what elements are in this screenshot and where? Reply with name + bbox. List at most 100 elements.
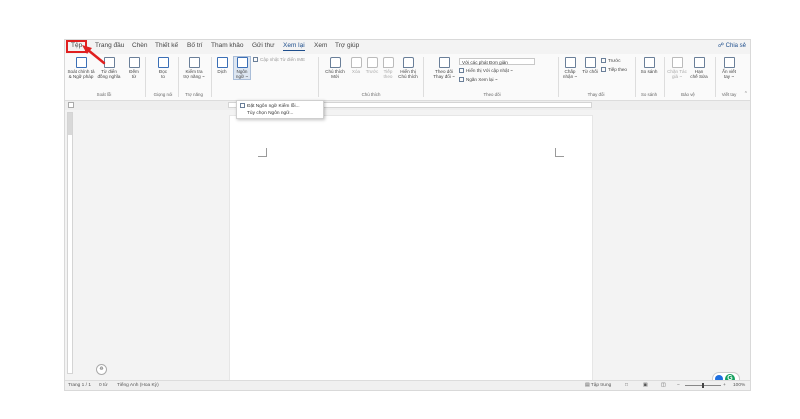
spelling-label-2: & Ngữ pháp bbox=[68, 74, 94, 79]
delete-label: Xóa bbox=[351, 69, 361, 74]
print-layout-icon[interactable]: ▣ bbox=[643, 383, 648, 388]
reject-button[interactable]: Từ chối bbox=[581, 57, 599, 74]
next-comment-button[interactable]: Tiếp theo bbox=[381, 57, 395, 79]
accessibility-helper-icon[interactable]: ☸ bbox=[96, 364, 107, 375]
language-status[interactable]: Tiếng Anh (Hoa Kỳ) bbox=[117, 383, 159, 388]
separator bbox=[423, 57, 424, 97]
hide-ink-label-2: tay ~ bbox=[723, 74, 735, 79]
tab-help[interactable]: Trợ giúp bbox=[335, 42, 359, 49]
hide-ink-button[interactable]: Ẩn viết tay ~ bbox=[719, 57, 739, 79]
group-comments: Chú thích bbox=[361, 92, 381, 97]
compare-button[interactable]: So sánh bbox=[639, 57, 659, 74]
document-page[interactable] bbox=[229, 115, 593, 390]
read-aloud-button[interactable]: Đọc to bbox=[153, 57, 173, 79]
page-count[interactable]: Trang 1 / 1 bbox=[68, 383, 91, 388]
margin-corner-right bbox=[555, 148, 564, 157]
show-comments-icon bbox=[402, 57, 414, 68]
accept-button[interactable]: Chấp nhận ~ bbox=[561, 57, 579, 79]
show-markup-button[interactable]: Hiển thị Với cập nhật ~ bbox=[459, 68, 513, 74]
separator bbox=[715, 57, 716, 97]
accept-icon bbox=[564, 57, 576, 68]
group-tracking: Theo dõi bbox=[483, 92, 501, 97]
zoom-in-icon[interactable]: + bbox=[723, 383, 726, 388]
accessibility-button[interactable]: Kiểm tra trợ năng ~ bbox=[181, 57, 207, 79]
markup-value: Với các phát Đơn giản bbox=[462, 60, 508, 65]
focus-mode-button[interactable]: ▤ Tập trung bbox=[585, 383, 611, 388]
share-button[interactable]: ☍ Chia sẻ bbox=[718, 42, 746, 49]
group-proofing: Soát lỗi bbox=[96, 92, 112, 97]
accept-label-2: nhận ~ bbox=[562, 74, 578, 79]
separator bbox=[318, 57, 319, 97]
next-change-button[interactable]: Tiếp theo bbox=[601, 67, 627, 73]
word-window: Tệp Trang đầu Chèn Thiết kế Bố trí Tham … bbox=[64, 39, 751, 391]
translate-icon bbox=[216, 57, 228, 68]
previous-change-label: Trước bbox=[608, 58, 621, 63]
accessibility-icon bbox=[188, 57, 200, 68]
block-authors-button[interactable]: Chặn Tác giả ~ bbox=[667, 57, 687, 79]
track-changes-button[interactable]: Theo dõi Thay đổi ~ bbox=[431, 57, 457, 79]
vertical-ruler bbox=[67, 112, 73, 374]
language-options-item[interactable]: Tùy chọn Ngôn ngữ... bbox=[247, 111, 293, 116]
tab-view[interactable]: Xem bbox=[314, 42, 327, 49]
new-comment-icon bbox=[329, 57, 341, 68]
spelling-button[interactable]: Soát chính tả & Ngữ pháp bbox=[67, 57, 95, 79]
group-changes: Thay đổi bbox=[587, 92, 605, 97]
thesaurus-label-2: đồng nghĩa bbox=[97, 74, 121, 79]
tab-insert[interactable]: Chèn bbox=[132, 42, 148, 49]
new-comment-button[interactable]: Chú thích Mới bbox=[323, 57, 347, 79]
markup-dropdown[interactable]: Với các phát Đơn giản bbox=[459, 58, 535, 65]
zoom-level[interactable]: 100% bbox=[733, 383, 745, 388]
language-options-label: Tùy chọn Ngôn ngữ... bbox=[247, 111, 294, 116]
thesaurus-button[interactable]: Từ điển đồng nghĩa bbox=[96, 57, 122, 79]
previous-change-button[interactable]: Trước bbox=[601, 58, 621, 64]
accessibility-label-2: trợ năng ~ bbox=[183, 74, 205, 79]
word-count[interactable]: 0 từ bbox=[99, 383, 108, 388]
tab-design[interactable]: Thiết kế bbox=[155, 42, 178, 49]
ribbon: Soát chính tả & Ngữ pháp Từ điển đồng ng… bbox=[65, 54, 750, 101]
update-ime-label: Cập nhật Từ điển IME bbox=[260, 57, 306, 62]
tab-layout[interactable]: Bố trí bbox=[187, 42, 203, 49]
restrict-editing-button[interactable]: Hạn chế Sửa bbox=[689, 57, 709, 79]
translate-label: Dịch bbox=[217, 69, 227, 74]
read-mode-icon[interactable]: □ bbox=[625, 383, 628, 388]
reviewing-pane-button[interactable]: Ngăn Xem lại ~ bbox=[459, 77, 498, 83]
focus-label: Tập trung bbox=[590, 383, 612, 388]
separator bbox=[178, 57, 179, 97]
word-count-icon bbox=[128, 57, 140, 68]
highlight-box bbox=[66, 40, 87, 53]
next-change-icon bbox=[601, 67, 606, 73]
tab-review[interactable]: Xem lại bbox=[283, 42, 305, 51]
restrict-editing-icon bbox=[693, 57, 705, 68]
reviewing-pane-label: Ngăn Xem lại ~ bbox=[466, 77, 498, 82]
delete-comment-button[interactable]: Xóa bbox=[349, 57, 363, 74]
horizontal-ruler bbox=[65, 101, 750, 110]
zoom-thumb[interactable] bbox=[702, 383, 704, 388]
update-ime-button[interactable]: Cập nhật Từ điển IME bbox=[253, 57, 306, 63]
track-changes-icon bbox=[438, 57, 450, 68]
next-change-label: Tiếp theo bbox=[608, 67, 627, 72]
group-accessibility: Trợ năng bbox=[185, 92, 203, 97]
tab-references[interactable]: Tham khảo bbox=[211, 42, 244, 49]
new-comment-label-2: Mới bbox=[331, 74, 339, 79]
web-layout-icon[interactable]: ◫ bbox=[661, 383, 666, 388]
margin-corner-left bbox=[258, 148, 267, 157]
spelling-icon bbox=[75, 57, 87, 68]
tab-home[interactable]: Trang đầu bbox=[95, 42, 124, 49]
show-comments-button[interactable]: Hiển thị Chú thích bbox=[397, 57, 419, 79]
pane-icon bbox=[459, 77, 464, 83]
tab-mailings[interactable]: Gửi thư bbox=[252, 42, 274, 49]
language-button[interactable]: Ngôn ngữ ~ bbox=[233, 56, 251, 80]
group-speech: Giọng nói bbox=[153, 92, 173, 97]
language-label-2: ngữ ~ bbox=[235, 74, 249, 79]
translate-button[interactable]: Dịch bbox=[215, 57, 229, 74]
word-count-button[interactable]: Đếm từ bbox=[127, 57, 141, 79]
zoom-out-icon[interactable]: − bbox=[677, 383, 680, 388]
separator bbox=[558, 57, 559, 97]
status-bar: Trang 1 / 1 0 từ Tiếng Anh (Hoa Kỳ) ▤ Tậ… bbox=[65, 380, 750, 390]
collapse-ribbon-icon[interactable]: ⌃ bbox=[744, 91, 748, 97]
previous-comment-button[interactable]: Trước bbox=[365, 57, 379, 74]
tab-selector[interactable] bbox=[68, 102, 74, 108]
block-authors-label-2: giả ~ bbox=[671, 74, 683, 79]
set-proofing-language-item[interactable]: Đặt Ngôn ngữ Kiểm lỗi... bbox=[240, 103, 300, 109]
language-menu: Đặt Ngôn ngữ Kiểm lỗi... Tùy chọn Ngôn n… bbox=[236, 100, 324, 119]
